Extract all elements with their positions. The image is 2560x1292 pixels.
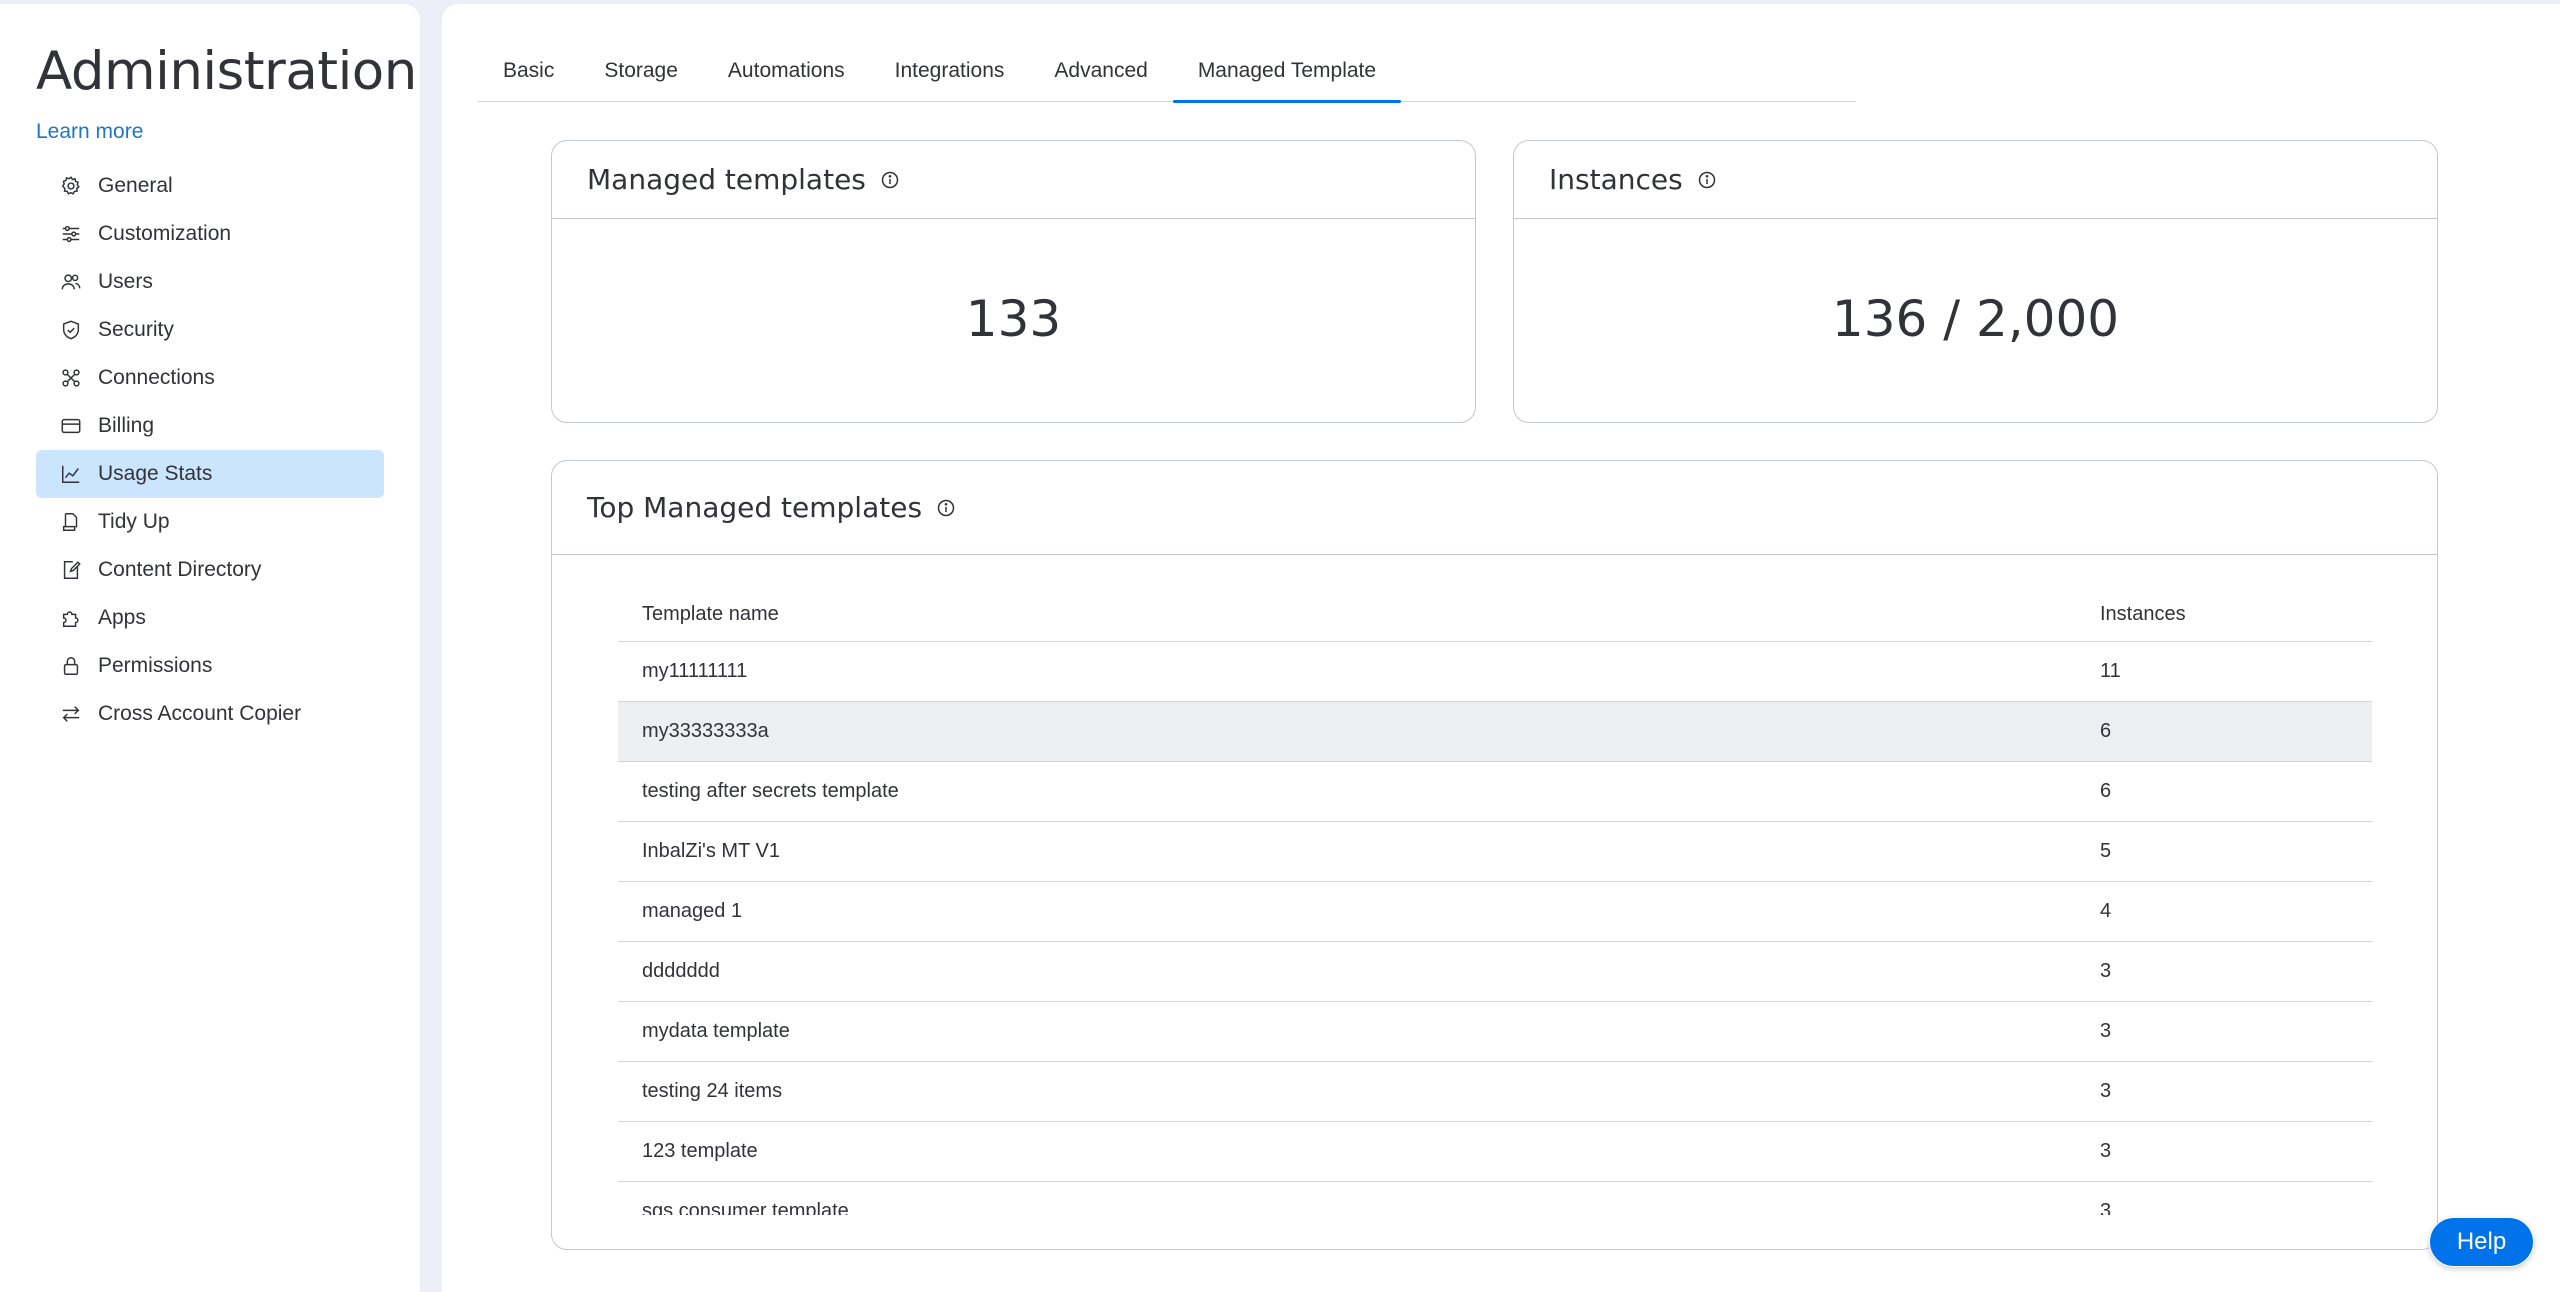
sidebar-item-security[interactable]: Security bbox=[36, 306, 384, 354]
table-header-row: Template name Instances bbox=[618, 589, 2372, 642]
sidebar-item-cross-account-copier[interactable]: Cross Account Copier bbox=[36, 690, 384, 738]
card-title: Managed templates bbox=[587, 163, 866, 196]
table-row[interactable]: mydata template 3 bbox=[618, 1001, 2372, 1062]
template-name-cell: testing after secrets template bbox=[618, 761, 2076, 822]
tab-basic[interactable]: Basic bbox=[478, 52, 579, 102]
table-row[interactable]: 123 template 3 bbox=[618, 1121, 2372, 1182]
connections-icon bbox=[60, 367, 82, 389]
table-row[interactable]: ddddddd 3 bbox=[618, 941, 2372, 1002]
table-row[interactable]: sgs consumer template 3 bbox=[618, 1181, 2372, 1215]
managed-templates-count: 133 bbox=[965, 290, 1062, 348]
column-header-instances: Instances bbox=[2076, 589, 2372, 642]
instances-cell: 11 bbox=[2076, 641, 2372, 702]
instances-cell: 3 bbox=[2076, 1121, 2372, 1182]
sidebar-item-content-directory[interactable]: Content Directory bbox=[36, 546, 384, 594]
instances-cell: 3 bbox=[2076, 1181, 2372, 1215]
instances-cell: 6 bbox=[2076, 761, 2372, 822]
instances-card: Instances 136 / 2,000 bbox=[1513, 140, 2438, 423]
instances-cell: 3 bbox=[2076, 1001, 2372, 1062]
template-name-cell: ddddddd bbox=[618, 941, 2076, 1002]
template-name-cell: my33333333a bbox=[618, 701, 2076, 762]
table-row[interactable]: managed 1 4 bbox=[618, 881, 2372, 942]
managed-templates-card: Managed templates 133 bbox=[551, 140, 1476, 423]
sidebar-item-label: Cross Account Copier bbox=[98, 702, 302, 725]
sidebar-item-general[interactable]: General bbox=[36, 162, 384, 210]
sidebar-item-label: Connections bbox=[98, 366, 215, 389]
page-title: Administration bbox=[36, 41, 417, 102]
table-row[interactable]: my33333333a 6 bbox=[618, 701, 2372, 762]
sidebar-item-label: Tidy Up bbox=[98, 510, 170, 533]
sidebar-item-tidy-up[interactable]: Tidy Up bbox=[36, 498, 384, 546]
instances-cell: 3 bbox=[2076, 1061, 2372, 1122]
sidebar-item-connections[interactable]: Connections bbox=[36, 354, 384, 402]
info-icon[interactable] bbox=[1697, 170, 1717, 190]
gear-icon bbox=[60, 175, 82, 197]
lock-icon bbox=[60, 655, 82, 677]
template-name-cell: mydata template bbox=[618, 1001, 2076, 1062]
sidebar-item-billing[interactable]: Billing bbox=[36, 402, 384, 450]
broom-icon bbox=[60, 511, 82, 533]
tab-storage[interactable]: Storage bbox=[579, 52, 703, 102]
sidebar-item-usage-stats[interactable]: Usage Stats bbox=[36, 450, 384, 498]
sidebar-item-users[interactable]: Users bbox=[36, 258, 384, 306]
instances-cell: 3 bbox=[2076, 941, 2372, 1002]
templates-table: Template name Instances my11111111 11 my… bbox=[618, 589, 2372, 1215]
tab-managed-template[interactable]: Managed Template bbox=[1172, 52, 1402, 103]
help-button[interactable]: Help bbox=[2429, 1217, 2534, 1267]
card-title: Top Managed templates bbox=[587, 491, 923, 524]
tab-bar: Basic Storage Automations Integrations A… bbox=[478, 52, 1856, 103]
puzzle-icon bbox=[60, 607, 82, 629]
tab-automations[interactable]: Automations bbox=[703, 52, 870, 102]
sidebar-item-permissions[interactable]: Permissions bbox=[36, 642, 384, 690]
main-content: Basic Storage Automations Integrations A… bbox=[442, 4, 2560, 1292]
sidebar-item-label: Content Directory bbox=[98, 558, 262, 581]
instances-cell: 6 bbox=[2076, 701, 2372, 762]
info-icon[interactable] bbox=[936, 498, 956, 518]
card-header: Managed templates bbox=[552, 141, 1475, 219]
template-name-cell: InbalZi's MT V1 bbox=[618, 821, 2076, 882]
sliders-icon bbox=[60, 223, 82, 245]
credit-card-icon bbox=[60, 415, 82, 437]
template-name-cell: testing 24 items bbox=[618, 1061, 2076, 1122]
sidebar-item-label: Security bbox=[98, 318, 174, 341]
template-name-cell: my11111111 bbox=[618, 641, 2076, 702]
template-name-cell: 123 template bbox=[618, 1121, 2076, 1182]
card-title: Instances bbox=[1549, 163, 1683, 196]
top-managed-templates-card: Top Managed templates Template name Inst… bbox=[551, 460, 2438, 1250]
sidebar-item-apps[interactable]: Apps bbox=[36, 594, 384, 642]
doc-edit-icon bbox=[60, 559, 82, 581]
card-header: Instances bbox=[1514, 141, 2437, 219]
tab-integrations[interactable]: Integrations bbox=[870, 52, 1030, 102]
sidebar-item-label: Customization bbox=[98, 222, 232, 245]
learn-more-link[interactable]: Learn more bbox=[36, 120, 143, 144]
sidebar-item-label: Billing bbox=[98, 414, 155, 437]
sidebar-nav: General Customization Users Security Con… bbox=[36, 162, 384, 738]
column-header-template-name: Template name bbox=[618, 589, 2076, 642]
instances-cell: 4 bbox=[2076, 881, 2372, 942]
instances-count: 136 / 2,000 bbox=[1831, 290, 2120, 348]
sidebar-item-label: General bbox=[98, 174, 173, 197]
sidebar-item-customization[interactable]: Customization bbox=[36, 210, 384, 258]
tab-advanced[interactable]: Advanced bbox=[1029, 52, 1172, 102]
sidebar-item-label: Permissions bbox=[98, 654, 213, 677]
table-row[interactable]: testing 24 items 3 bbox=[618, 1061, 2372, 1122]
arrows-swap-icon bbox=[60, 703, 82, 725]
chart-icon bbox=[60, 463, 82, 485]
card-header: Top Managed templates bbox=[552, 461, 2437, 555]
template-name-cell: managed 1 bbox=[618, 881, 2076, 942]
shield-icon bbox=[60, 319, 82, 341]
users-icon bbox=[60, 271, 82, 293]
info-icon[interactable] bbox=[880, 170, 900, 190]
sidebar: Administration Learn more General Custom… bbox=[0, 4, 420, 1292]
table-row[interactable]: my11111111 11 bbox=[618, 641, 2372, 702]
table-row[interactable]: InbalZi's MT V1 5 bbox=[618, 821, 2372, 882]
table-row[interactable]: testing after secrets template 6 bbox=[618, 761, 2372, 822]
sidebar-item-label: Apps bbox=[98, 606, 146, 629]
sidebar-item-label: Usage Stats bbox=[98, 462, 213, 485]
template-name-cell: sgs consumer template bbox=[618, 1181, 2076, 1215]
sidebar-item-label: Users bbox=[98, 270, 153, 293]
instances-cell: 5 bbox=[2076, 821, 2372, 882]
templates-table-scroll[interactable]: Template name Instances my11111111 11 my… bbox=[618, 589, 2372, 1215]
